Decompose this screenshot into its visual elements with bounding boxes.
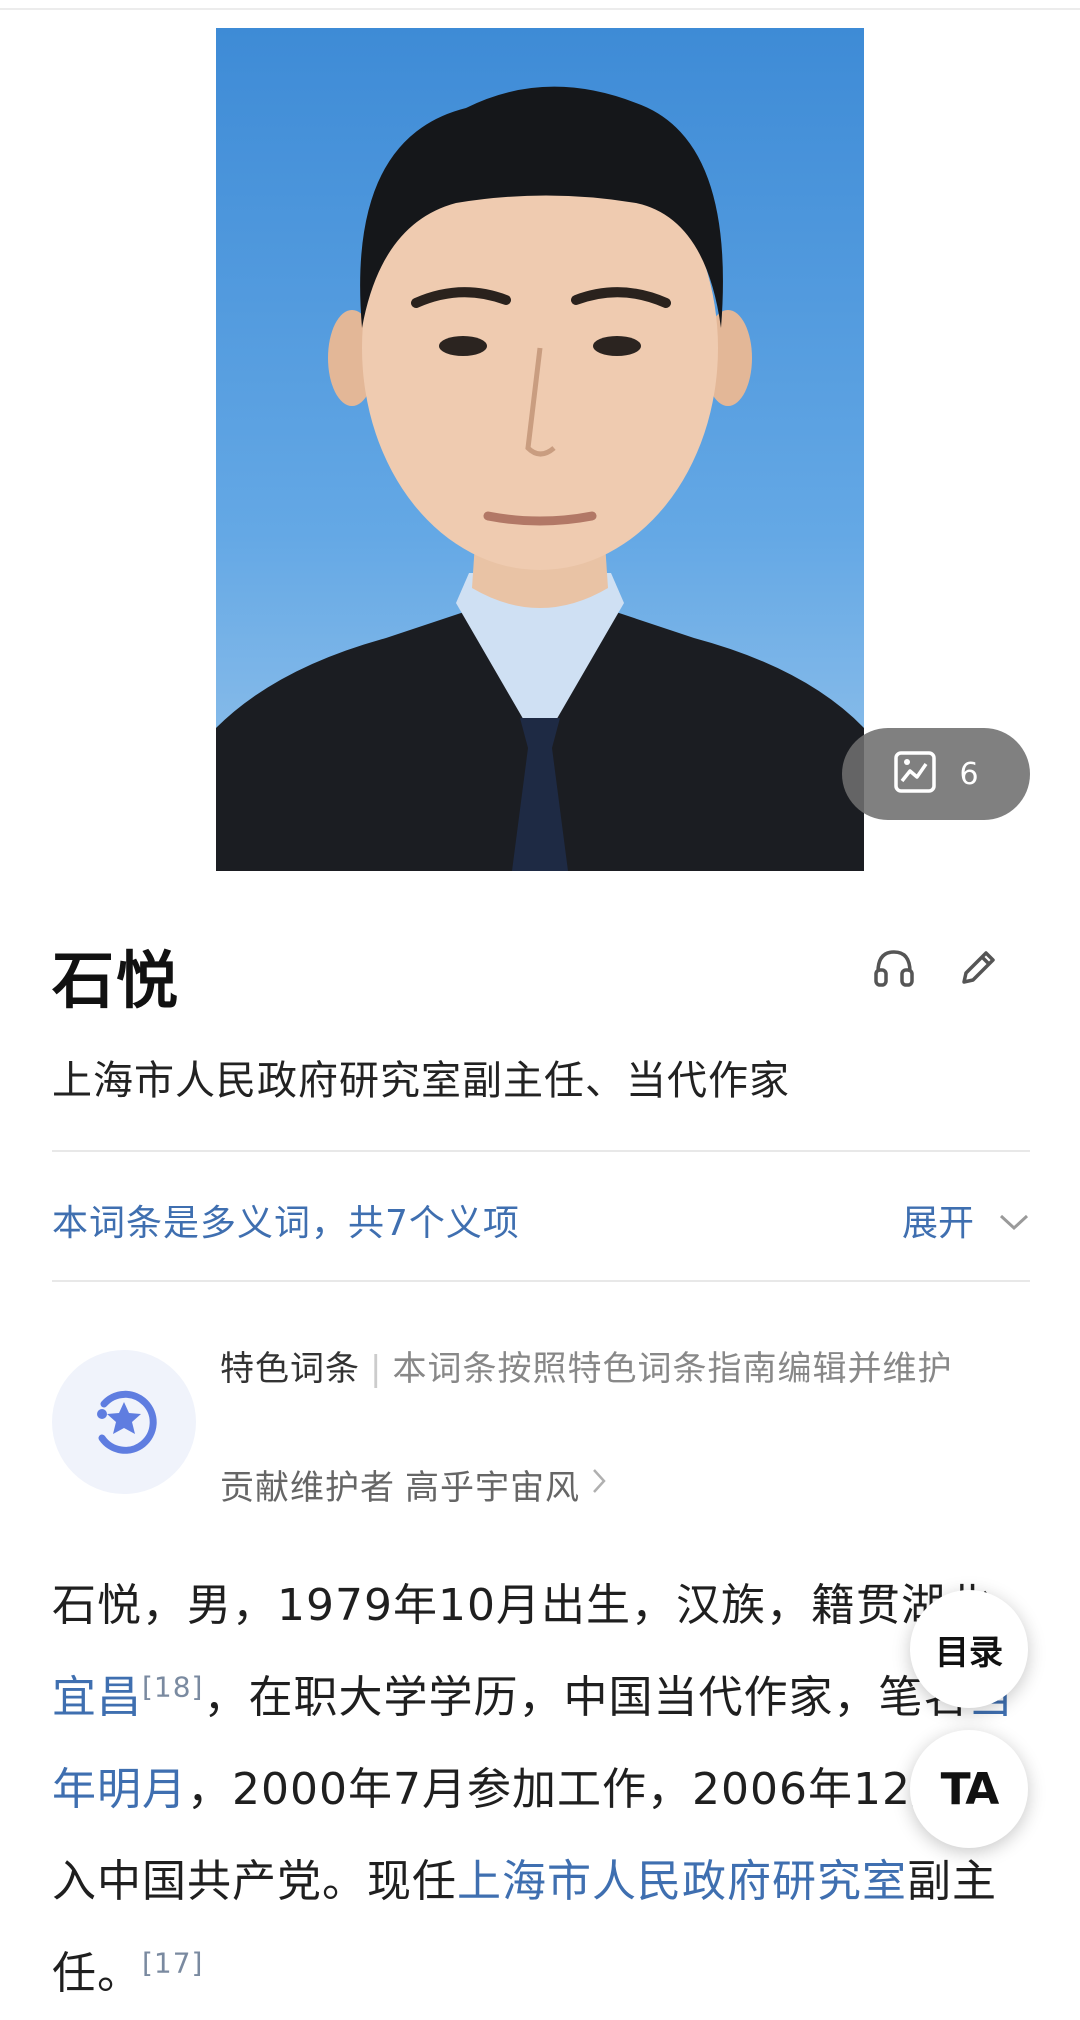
expand-button[interactable]: 展开: [902, 1194, 1030, 1246]
chevron-right-icon: [590, 1465, 608, 1505]
gallery-count: 6: [959, 756, 979, 792]
expand-label: 展开: [901, 1203, 974, 1244]
summary-paragraph: 石悦，男，1979年10月出生，汉族，籍贯湖北宜昌[18]，在职大学学历，中国当…: [52, 1560, 1032, 2020]
ta-button[interactable]: TA: [910, 1730, 1028, 1848]
chevron-down-icon: [998, 1200, 1030, 1241]
headphones-icon[interactable]: [870, 944, 918, 996]
portrait-photo[interactable]: [216, 28, 864, 871]
link-office[interactable]: 上海市人民政府研究室: [457, 1856, 907, 1907]
ta-label: TA: [940, 1763, 1000, 1815]
gallery-icon: [893, 750, 937, 798]
reference-18[interactable]: [18]: [142, 1670, 203, 1703]
feature-star-icon: [82, 1378, 166, 1466]
feature-info: 特色词条 | 本词条按照特色词条指南编辑并维护: [220, 1340, 1020, 1398]
page-subtitle: 上海市人民政府研究室副主任、当代作家: [52, 1058, 790, 1104]
divider: [52, 1280, 1030, 1282]
contributor-prefix: 贡献维护者: [220, 1468, 395, 1508]
feature-label: 特色词条: [220, 1349, 360, 1389]
polysemy-text: 本词条是多义词，共7个义项: [52, 1203, 520, 1244]
feature-description: 本词条按照特色词条指南编辑并维护: [392, 1349, 953, 1389]
page-title: 石悦: [52, 944, 181, 1017]
body-text: ，在职大学学历，中国当代作家，笔名: [203, 1672, 969, 1723]
portrait-illustration: [216, 28, 864, 871]
separator: |: [370, 1349, 383, 1389]
contributor-link[interactable]: 贡献维护者 高乎宇宙风: [220, 1460, 608, 1509]
toc-button[interactable]: 目录: [910, 1590, 1028, 1708]
link-yichang[interactable]: 宜昌: [52, 1672, 142, 1723]
divider: [52, 1150, 1030, 1152]
polysemy-row[interactable]: 本词条是多义词，共7个义项 展开: [52, 1190, 1030, 1250]
top-divider: [0, 8, 1080, 10]
toc-label: 目录: [935, 1632, 1003, 1673]
body-text: 石悦，男，1979年10月出生，汉族，籍贯湖北: [52, 1580, 991, 1631]
feature-badge: [52, 1350, 196, 1494]
reference-17[interactable]: [17]: [142, 1946, 203, 1979]
edit-icon[interactable]: [954, 944, 1002, 996]
contributor-name: 高乎宇宙风: [405, 1468, 580, 1508]
gallery-button[interactable]: 6: [842, 728, 1030, 820]
